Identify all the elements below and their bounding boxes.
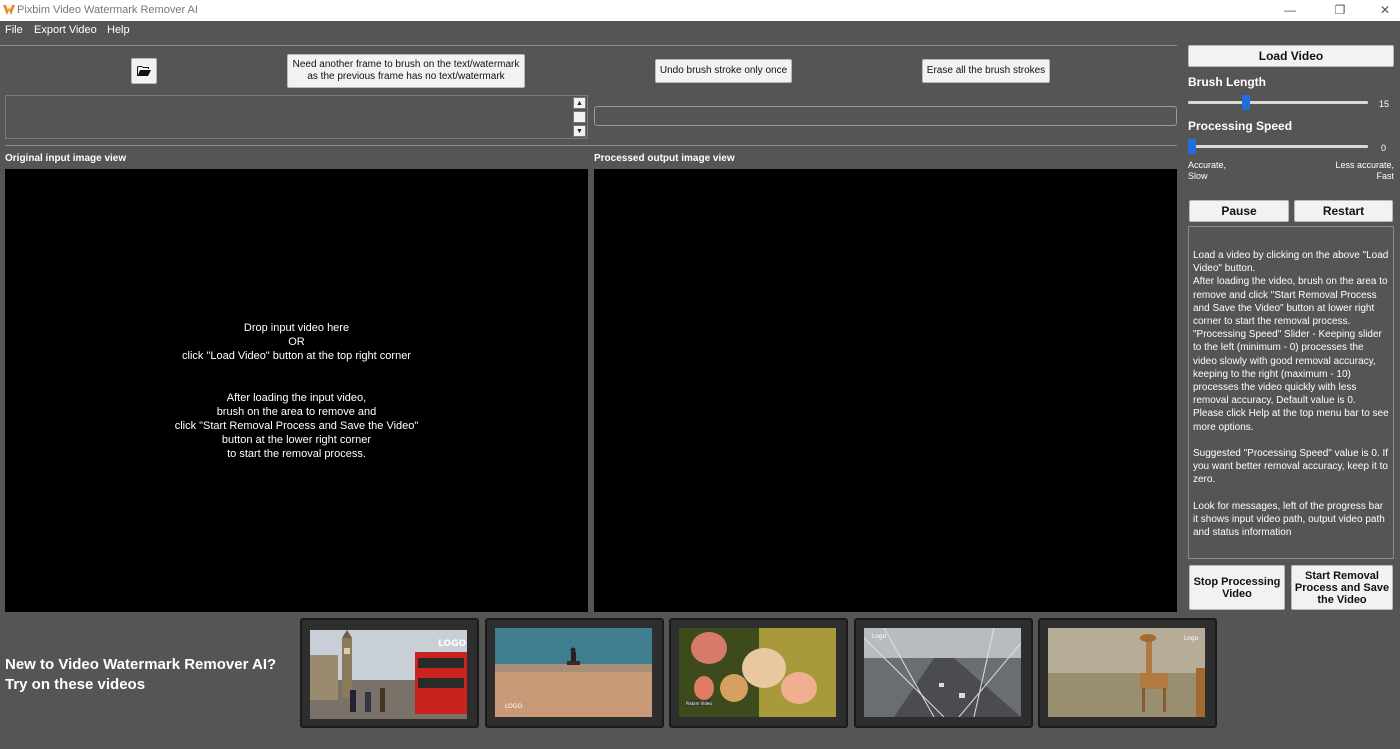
sample-video-thumbnail[interactable]: LOGO <box>485 618 664 728</box>
speed-right-line: Fast <box>1376 171 1394 181</box>
thumbnail-watermark: Logo <box>872 633 887 640</box>
drop-line: OR <box>288 336 305 348</box>
brush-line: click "Start Removal Process and Save th… <box>174 420 419 432</box>
brush-line: to start the removal process. <box>227 448 366 460</box>
brush-line: button at the lower right corner <box>221 434 372 446</box>
prompt-line: New to Video Watermark Remover AI? <box>5 656 277 673</box>
drop-instructions: Drop input video here OR click "Load Vid… <box>5 321 588 363</box>
brush-length-slider-thumb[interactable] <box>1242 95 1250 110</box>
menu-export-video[interactable]: Export Video <box>34 24 97 36</box>
menu-file[interactable]: File <box>5 24 23 36</box>
app-logo-icon <box>3 5 15 15</box>
open-folder-button[interactable] <box>131 58 157 84</box>
input-image-view[interactable]: Drop input video here OR click "Load Vid… <box>5 169 588 612</box>
load-video-button[interactable]: Load Video <box>1188 45 1394 67</box>
pause-button[interactable]: Pause <box>1189 200 1289 222</box>
restore-button[interactable]: ❐ <box>1320 1 1360 19</box>
undo-brush-button[interactable]: Undo brush stroke only once <box>655 59 792 83</box>
start-removal-button[interactable]: Start Removal Process and Save the Video <box>1291 565 1393 610</box>
thumbnail-watermark: LOGO <box>438 639 466 649</box>
stop-processing-button[interactable]: Stop Processing Video <box>1189 565 1285 610</box>
input-view-label: Original input image view <box>5 153 127 164</box>
scroll-down-button[interactable]: ▼ <box>573 125 586 137</box>
top-divider <box>0 45 1177 46</box>
start-label-line: Process and Save <box>1294 581 1390 594</box>
scroll-thumb[interactable] <box>573 111 586 123</box>
start-label-line: Start Removal <box>1305 569 1379 582</box>
giraffe-scene-image: Logo <box>1048 628 1205 717</box>
sample-video-thumbnail[interactable]: LOGO <box>300 618 479 728</box>
sample-video-thumbnail[interactable]: Pixbim Video <box>669 618 848 728</box>
message-box[interactable] <box>5 95 588 139</box>
another-frame-button[interactable]: Need another frame to brush on the text/… <box>287 54 525 88</box>
title-bar: Pixbim Video Watermark Remover AI — ❐ ✕ <box>0 0 1400 21</box>
processing-speed-slider[interactable] <box>1188 145 1368 148</box>
sample-video-thumbnail[interactable]: Logo <box>854 618 1033 728</box>
folder-open-icon <box>137 66 151 76</box>
start-label-line: the Video <box>1317 593 1367 606</box>
output-image-view <box>594 169 1177 612</box>
restart-button[interactable]: Restart <box>1294 200 1393 222</box>
drop-line: Drop input video here <box>243 322 350 334</box>
sample-videos-prompt: New to Video Watermark Remover AI? Try o… <box>5 655 276 695</box>
processing-speed-value: 0 <box>1381 143 1387 153</box>
processing-speed-label: Processing Speed <box>1188 119 1293 133</box>
speed-right-line: Less accurate, <box>1335 160 1394 170</box>
brush-line: After loading the input video, <box>226 392 367 404</box>
desert-scene-image: LOGO <box>495 628 652 717</box>
thumbnail-watermark: Logo <box>1184 635 1199 642</box>
bridge-scene-image: Logo <box>864 628 1021 717</box>
brush-line: brush on the area to remove and <box>216 406 377 418</box>
erase-strokes-button[interactable]: Erase all the brush strokes <box>922 59 1050 83</box>
window-title: Pixbim Video Watermark Remover AI <box>17 4 198 16</box>
stop-label-line: Video <box>1222 587 1252 600</box>
brush-length-slider[interactable] <box>1188 101 1368 104</box>
london-scene-image: LOGO <box>310 630 467 719</box>
close-button[interactable]: ✕ <box>1365 1 1400 19</box>
menu-bar: File Export Video Help <box>0 21 1180 39</box>
help-text-box[interactable]: Load a video by clicking on the above "L… <box>1188 226 1394 559</box>
brush-length-value: 15 <box>1379 99 1390 109</box>
brush-length-label: Brush Length <box>1188 75 1266 89</box>
tulips-image: Pixbim Video <box>679 628 836 717</box>
mid-divider <box>5 145 1177 146</box>
speed-left-line: Slow <box>1188 171 1208 181</box>
minimize-button[interactable]: — <box>1270 1 1310 19</box>
drop-line: click "Load Video" button at the top rig… <box>182 350 411 362</box>
processing-speed-slider-thumb[interactable] <box>1188 139 1196 154</box>
menu-help[interactable]: Help <box>107 24 130 36</box>
speed-right-caption: Less accurate, Fast <box>1300 160 1394 182</box>
speed-left-caption: Accurate, Slow <box>1188 160 1226 182</box>
sample-video-thumbnail[interactable]: Logo <box>1038 618 1217 728</box>
thumbnail-watermark: LOGO <box>505 703 523 710</box>
scroll-up-button[interactable]: ▲ <box>573 97 586 109</box>
progress-bar <box>594 106 1177 126</box>
brush-instructions: After loading the input video, brush on … <box>5 391 588 461</box>
another-frame-label-line2: as the previous frame has no text/waterm… <box>307 71 505 82</box>
output-view-label: Processed output image view <box>594 153 735 164</box>
another-frame-label-line1: Need another frame to brush on the text/… <box>292 59 520 70</box>
thumbnail-watermark: Pixbim Video <box>686 701 712 706</box>
stop-label-line: Stop Processing <box>1193 575 1281 588</box>
speed-left-line: Accurate, <box>1188 160 1227 170</box>
prompt-line: Try on these videos <box>5 676 146 693</box>
